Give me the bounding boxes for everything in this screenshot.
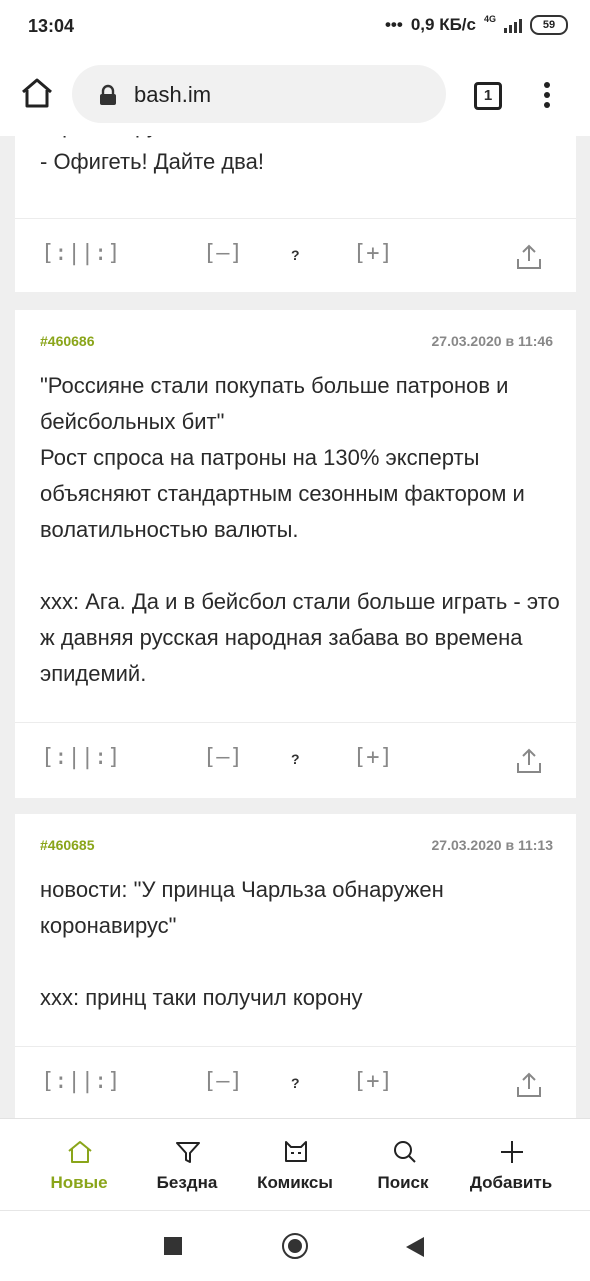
share-icon[interactable] [515,1071,543,1099]
network-type: 4G [483,14,496,24]
tab-label: Добавить [469,1173,553,1192]
quote-actions: [:||:] [–] ? [+] [15,218,576,295]
share-icon[interactable] [515,243,543,271]
home-button[interactable] [20,76,54,110]
vote-minus-button[interactable]: [–] [203,241,243,266]
search-icon [394,1141,416,1163]
tab-search[interactable]: Поиск [344,1119,462,1211]
quote-card: #460686 27.03.2020 в 11:46 "Россияне ста… [15,310,576,798]
home-nav-button[interactable] [282,1233,308,1259]
network-speed: 0,9 КБ/с [410,15,476,34]
quote-text: "Россияне стали покупать больше патронов… [40,373,560,686]
tab-label: Новые [50,1173,108,1192]
quote-date: 27.03.2020 в 11:46 [431,333,554,349]
status-bar: 13:04 ••• 0,9 КБ/с 4G 59 [0,0,590,52]
system-nav-bar [0,1210,590,1281]
tab-add[interactable]: Добавить [452,1119,570,1211]
tab-label: Комиксы [257,1173,333,1192]
vote-minus-button[interactable]: [–] [203,745,243,770]
quote-text: новости: "У принца Чарльза обнаружен кор… [40,877,444,1010]
vote-plus-button[interactable]: [+] [353,745,393,770]
battery-indicator: 59 [530,15,568,35]
vote-minus-button[interactable]: [–] [203,1069,243,1094]
status-indicators: ••• 0,9 КБ/с 4G 59 [384,14,568,35]
quote-meta: #460685 27.03.2020 в 11:13 [40,837,553,853]
quote-actions: [:||:] [–] ? [+] [15,722,576,799]
browser-toolbar: bash.im 1 [0,52,590,136]
quote-id-link[interactable]: #460686 [40,333,95,349]
status-time: 13:04 [28,16,75,36]
rating-value: ? [291,1075,300,1091]
quote-card: #460685 27.03.2020 в 11:13 новости: "У п… [15,814,576,1118]
quote-text: коронавирус... - Офигеть! Дайте два! [40,136,264,174]
signal-icon [504,17,522,33]
bayan-button[interactable]: [:||:] [41,241,120,266]
address-bar[interactable]: bash.im [72,65,446,123]
tab-new[interactable]: Новые [20,1119,138,1211]
overflow-menu-button[interactable] [540,82,554,112]
home-icon [68,1141,92,1163]
quote-id-link[interactable]: #460685 [40,837,95,853]
recents-button[interactable] [164,1237,182,1255]
tab-abyss[interactable]: Бездна [128,1119,246,1211]
url-text: bash.im [134,82,212,107]
quote-date: 27.03.2020 в 11:13 [431,837,554,853]
quote-card-partial: коронавирус... - Офигеть! Дайте два! [:|… [15,136,576,292]
home-icon [22,78,52,108]
bayan-button[interactable]: [:||:] [41,1069,120,1094]
quote-meta: #460686 27.03.2020 в 11:46 [40,333,553,349]
back-button[interactable] [404,1235,426,1259]
tab-switcher-button[interactable]: 1 [474,82,502,110]
tab-label: Поиск [377,1173,429,1192]
share-icon[interactable] [515,747,543,775]
vote-plus-button[interactable]: [+] [353,1069,393,1094]
rating-value: ? [291,751,300,767]
vote-plus-button[interactable]: [+] [353,241,393,266]
plus-icon [501,1141,523,1163]
tab-comics[interactable]: Комиксы [236,1119,354,1211]
funnel-icon [176,1142,200,1163]
bottom-tab-bar: Новые Бездна Комиксы Поиск Добавить [0,1118,590,1211]
dots-icon: ••• [384,15,403,34]
lock-icon [100,84,116,105]
cat-icon [285,1141,307,1162]
quote-feed[interactable]: коронавирус... - Офигеть! Дайте два! [:|… [0,136,590,1118]
quote-actions: [:||:] [–] ? [+] [15,1046,576,1118]
bayan-button[interactable]: [:||:] [41,745,120,770]
rating-value: ? [291,247,300,263]
tab-label: Бездна [156,1173,218,1192]
